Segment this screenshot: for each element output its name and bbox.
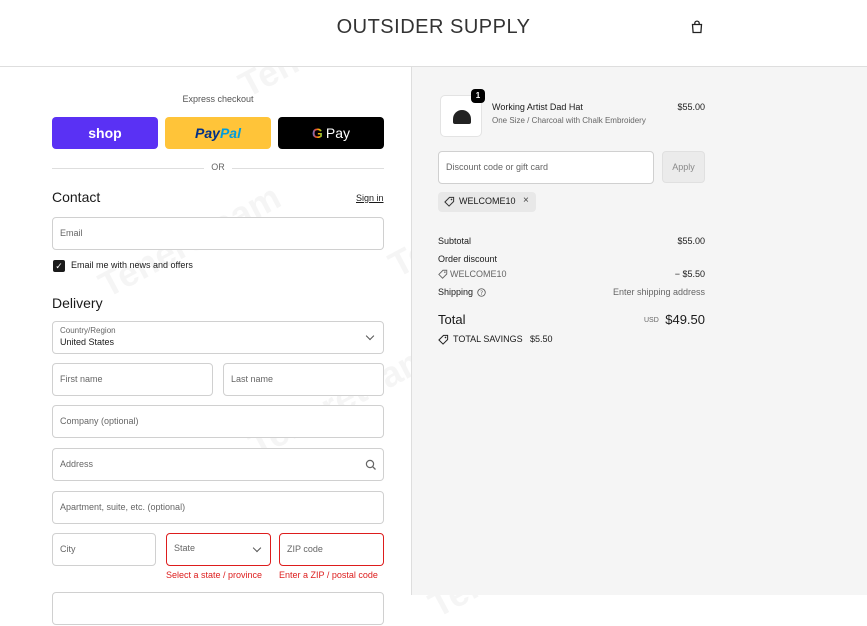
- country-value: United States: [60, 337, 115, 347]
- last-name-placeholder: Last name: [231, 374, 274, 384]
- order-discount-label: Order discount: [438, 254, 498, 264]
- city-field[interactable]: City: [52, 533, 156, 566]
- address-field[interactable]: Address: [52, 448, 384, 481]
- address-placeholder: Address: [60, 459, 94, 469]
- product-price: $55.00: [677, 102, 705, 112]
- product-name: Working Artist Dad Hat: [492, 102, 583, 112]
- state-select[interactable]: State: [166, 533, 271, 566]
- applied-discount-chip: WELCOME10 ×: [438, 192, 536, 212]
- company-placeholder: Company (optional): [60, 416, 139, 426]
- last-name-field[interactable]: Last name: [223, 363, 384, 396]
- discount-placeholder: Discount code or gift card: [446, 162, 549, 172]
- savings-tag-icon: [438, 334, 449, 345]
- zip-error: Enter a ZIP / postal code: [279, 570, 378, 580]
- city-placeholder: City: [60, 544, 76, 554]
- currency-label: USD: [644, 317, 659, 324]
- watermark: Tenereteam: [242, 336, 438, 467]
- discount-value: − $5.50: [674, 269, 705, 279]
- paypal-button[interactable]: Pay Pal: [165, 117, 271, 149]
- order-summary-panel: [411, 67, 867, 595]
- apartment-field[interactable]: Apartment, suite, etc. (optional): [52, 491, 384, 524]
- chevron-down-icon: [365, 331, 375, 341]
- apartment-placeholder: Apartment, suite, etc. (optional): [60, 502, 186, 512]
- first-name-placeholder: First name: [60, 374, 103, 384]
- zip-field[interactable]: ZIP code: [279, 533, 384, 566]
- applied-code-label: WELCOME10: [459, 196, 516, 206]
- company-field[interactable]: Company (optional): [52, 405, 384, 438]
- paypal-label-1: Pay: [195, 125, 220, 141]
- state-error: Select a state / province: [166, 570, 263, 580]
- discount-code-label: WELCOME10: [450, 269, 507, 279]
- tag-icon: [438, 269, 448, 279]
- country-select[interactable]: Country/Region United States: [52, 321, 384, 354]
- email-placeholder: Email: [60, 228, 83, 238]
- zip-placeholder: ZIP code: [287, 544, 323, 554]
- subtotal-label: Subtotal: [438, 236, 472, 246]
- google-pay-button[interactable]: G Pay: [278, 117, 384, 149]
- total-value: $49.50: [665, 312, 705, 327]
- sign-in-link[interactable]: Sign in: [356, 193, 384, 203]
- shipping-value: Enter shipping address: [612, 287, 705, 297]
- chevron-down-icon: [252, 543, 262, 553]
- state-placeholder: State: [174, 543, 196, 553]
- express-checkout-label: Express checkout: [182, 94, 254, 104]
- newsletter-label: Email me with news and offers: [71, 260, 193, 270]
- subtotal-value: $55.00: [677, 236, 705, 246]
- first-name-field[interactable]: First name: [52, 363, 213, 396]
- contact-heading: Contact: [52, 189, 101, 205]
- product-variant: One Size / Charcoal with Chalk Embroider…: [492, 116, 646, 125]
- shipping-label: Shipping: [438, 287, 474, 297]
- discount-code-field[interactable]: Discount code or gift card: [438, 151, 654, 184]
- quantity-badge: 1: [471, 89, 485, 103]
- email-field[interactable]: Email: [52, 217, 384, 250]
- savings-label: TOTAL SAVINGS: [453, 334, 523, 344]
- google-g-icon: G: [311, 125, 323, 141]
- help-circle-icon[interactable]: ?: [477, 288, 486, 297]
- tag-icon: [444, 196, 455, 207]
- newsletter-checkbox[interactable]: ✓: [53, 260, 65, 272]
- remove-discount-icon[interactable]: ×: [523, 195, 529, 206]
- or-label: OR: [211, 162, 225, 172]
- google-pay-label: Pay: [325, 125, 350, 141]
- header: OUTSIDER SUPPLY: [0, 0, 867, 67]
- shop-pay-button[interactable]: shop: [52, 117, 158, 149]
- shopping-bag-icon[interactable]: [690, 20, 704, 34]
- shop-pay-label: shop: [88, 125, 122, 141]
- savings-value: $5.50: [530, 334, 553, 344]
- next-field[interactable]: [52, 592, 384, 625]
- hat-image: [453, 110, 471, 124]
- delivery-heading: Delivery: [52, 295, 103, 311]
- apply-button[interactable]: Apply: [662, 151, 705, 183]
- search-icon: [365, 459, 376, 470]
- total-label: Total: [438, 312, 466, 327]
- country-label: Country/Region: [60, 326, 116, 335]
- paypal-label-2: Pal: [219, 125, 241, 141]
- svg-text:?: ?: [480, 291, 483, 297]
- store-name[interactable]: OUTSIDER SUPPLY: [0, 16, 867, 39]
